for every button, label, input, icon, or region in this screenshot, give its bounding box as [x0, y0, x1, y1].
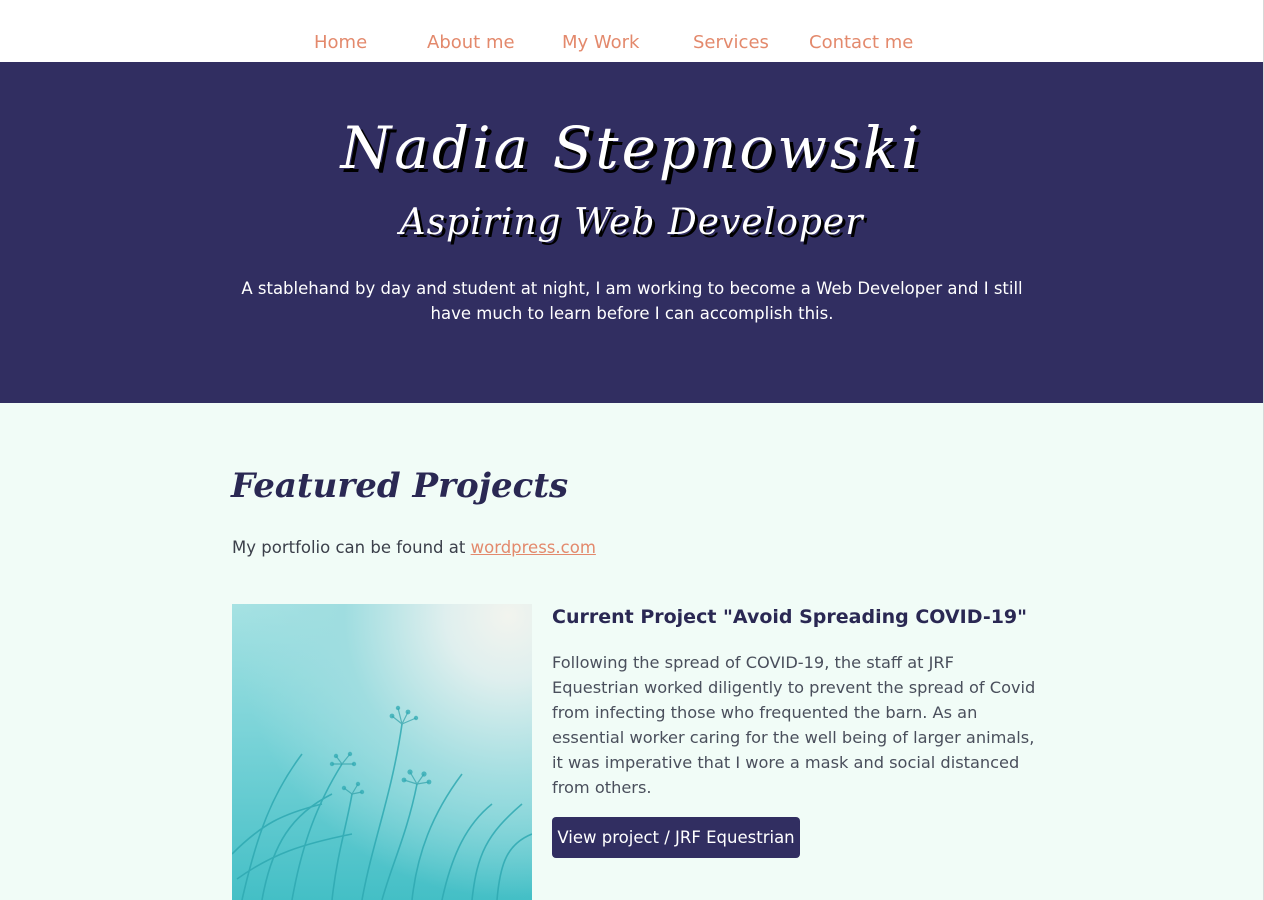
nav-link-home[interactable]: Home: [314, 32, 367, 53]
portfolio-link[interactable]: wordpress.com: [471, 538, 596, 557]
portfolio-line: My portfolio can be found at wordpress.c…: [232, 538, 596, 557]
top-navigation: Home About me My Work Services Contact m…: [0, 0, 1263, 62]
hero-subtitle: Aspiring Web Developer: [399, 202, 864, 243]
hero-blurb: A stablehand by day and student at night…: [241, 279, 1023, 323]
nav-link-my-work[interactable]: My Work: [562, 32, 639, 53]
nav-link-contact[interactable]: Contact me: [809, 32, 913, 53]
hero-title: Nadia Stepnowski: [340, 114, 923, 182]
view-project-button[interactable]: View project / JRF Equestrian: [552, 817, 800, 858]
nav-link-services[interactable]: Services: [693, 32, 769, 53]
nav-link-about[interactable]: About me: [427, 32, 515, 53]
portfolio-text: My portfolio can be found at: [232, 538, 471, 557]
project-image: [232, 604, 532, 900]
meadow-flowers-photo: [232, 705, 532, 900]
project-description: Following the spread of COVID-19, the st…: [552, 653, 1036, 797]
project-title: Current Project "Avoid Spreading COVID-1…: [552, 606, 1028, 628]
hero-banner: Nadia Stepnowski Aspiring Web Developer …: [0, 62, 1263, 403]
featured-projects-heading: Featured Projects: [231, 466, 569, 506]
